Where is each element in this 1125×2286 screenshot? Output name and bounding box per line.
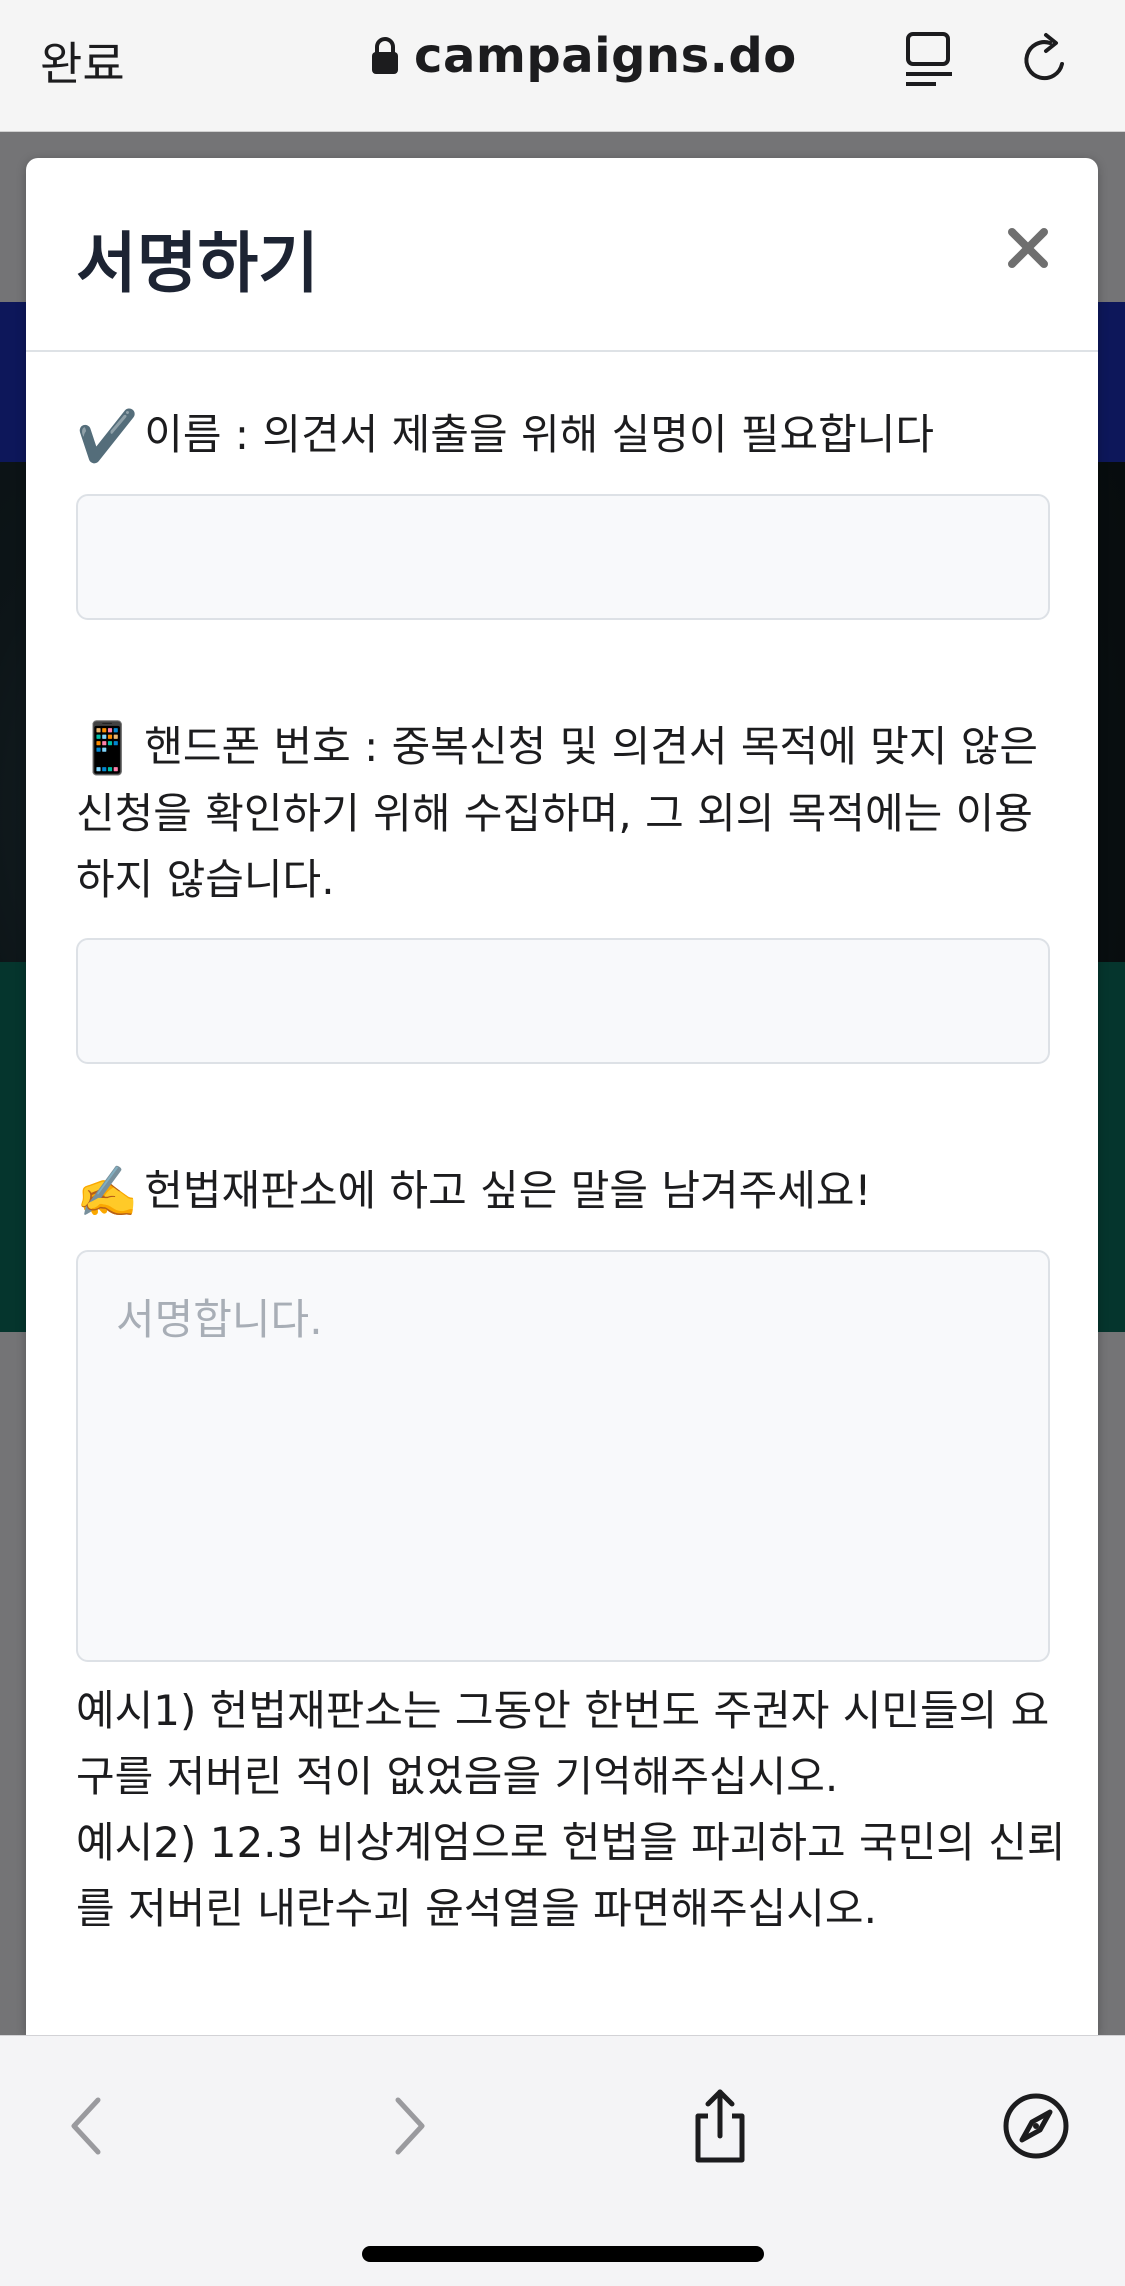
address-bar[interactable]: campaigns.do [370, 28, 797, 84]
message-field-label: ✍️ 헌법재판소에 하고 싶은 말을 남겨주세요! [76, 1158, 1066, 1225]
writing-hand-icon: ✍️ [76, 1163, 139, 1221]
browser-top-bar: 완료 campaigns.do [0, 0, 1125, 132]
example-1: 예시1) 헌법재판소는 그동안 한번도 주권자 시민들의 요구를 저버린 적이 … [76, 1686, 1050, 1801]
back-arrow-icon [71, 2097, 101, 2155]
message-textarea[interactable]: 서명합니다. [76, 1250, 1050, 1662]
lock-icon [372, 37, 398, 74]
close-button[interactable] [998, 218, 1058, 278]
example-2: 예시2) 12.3 비상계엄으로 헌법을 파괴하고 국민의 신뢰를 저버린 내란… [76, 1818, 1066, 1933]
phone-label-text: 핸드폰 번호 : 중복신청 및 의견서 목적에 맞지 않은 신청을 확인하기 위… [76, 722, 1039, 904]
check-mark-icon: ✔️ [76, 407, 139, 465]
share-icon [695, 2089, 745, 2163]
phone-field-label: 📱 핸드폰 번호 : 중복신청 및 의견서 목적에 맞지 않은 신청을 확인하기 … [76, 714, 1066, 913]
sign-modal: 서명하기 ✔️ 이름 : 의견서 제출을 위해 실명이 필요합니다 📱 핸드폰 번호… [26, 158, 1098, 2035]
reader-mode-icon[interactable] [902, 30, 958, 90]
modal-title: 서명하기 [76, 225, 319, 302]
message-label-text: 헌법재판소에 하고 싶은 말을 남겨주세요! [144, 1166, 872, 1215]
forward-button[interactable] [368, 2086, 448, 2166]
back-button[interactable] [48, 2086, 128, 2166]
modal-header: 서명하기 [26, 158, 1098, 352]
compass-icon [1003, 2093, 1069, 2159]
home-indicator[interactable] [362, 2246, 764, 2262]
close-icon [1008, 228, 1048, 268]
reload-icon[interactable] [1018, 30, 1074, 90]
mobile-phone-icon: 📱 [76, 719, 139, 777]
forward-arrow-icon [395, 2097, 425, 2155]
message-placeholder: 서명합니다. [116, 1295, 323, 1344]
name-field-label: ✔️ 이름 : 의견서 제출을 위해 실명이 필요합니다 [76, 402, 1066, 469]
share-button[interactable] [680, 2086, 760, 2166]
name-label-text: 이름 : 의견서 제출을 위해 실명이 필요합니다 [144, 410, 935, 459]
name-input[interactable] [76, 494, 1050, 620]
examples-text: 예시1) 헌법재판소는 그동안 한번도 주권자 시민들의 요구를 저버린 적이 … [76, 1678, 1076, 1942]
phone-input[interactable] [76, 938, 1050, 1064]
url-text: campaigns.do [414, 28, 797, 84]
bookmarks-button[interactable] [996, 2086, 1076, 2166]
done-button[interactable]: 완료 [40, 28, 125, 94]
